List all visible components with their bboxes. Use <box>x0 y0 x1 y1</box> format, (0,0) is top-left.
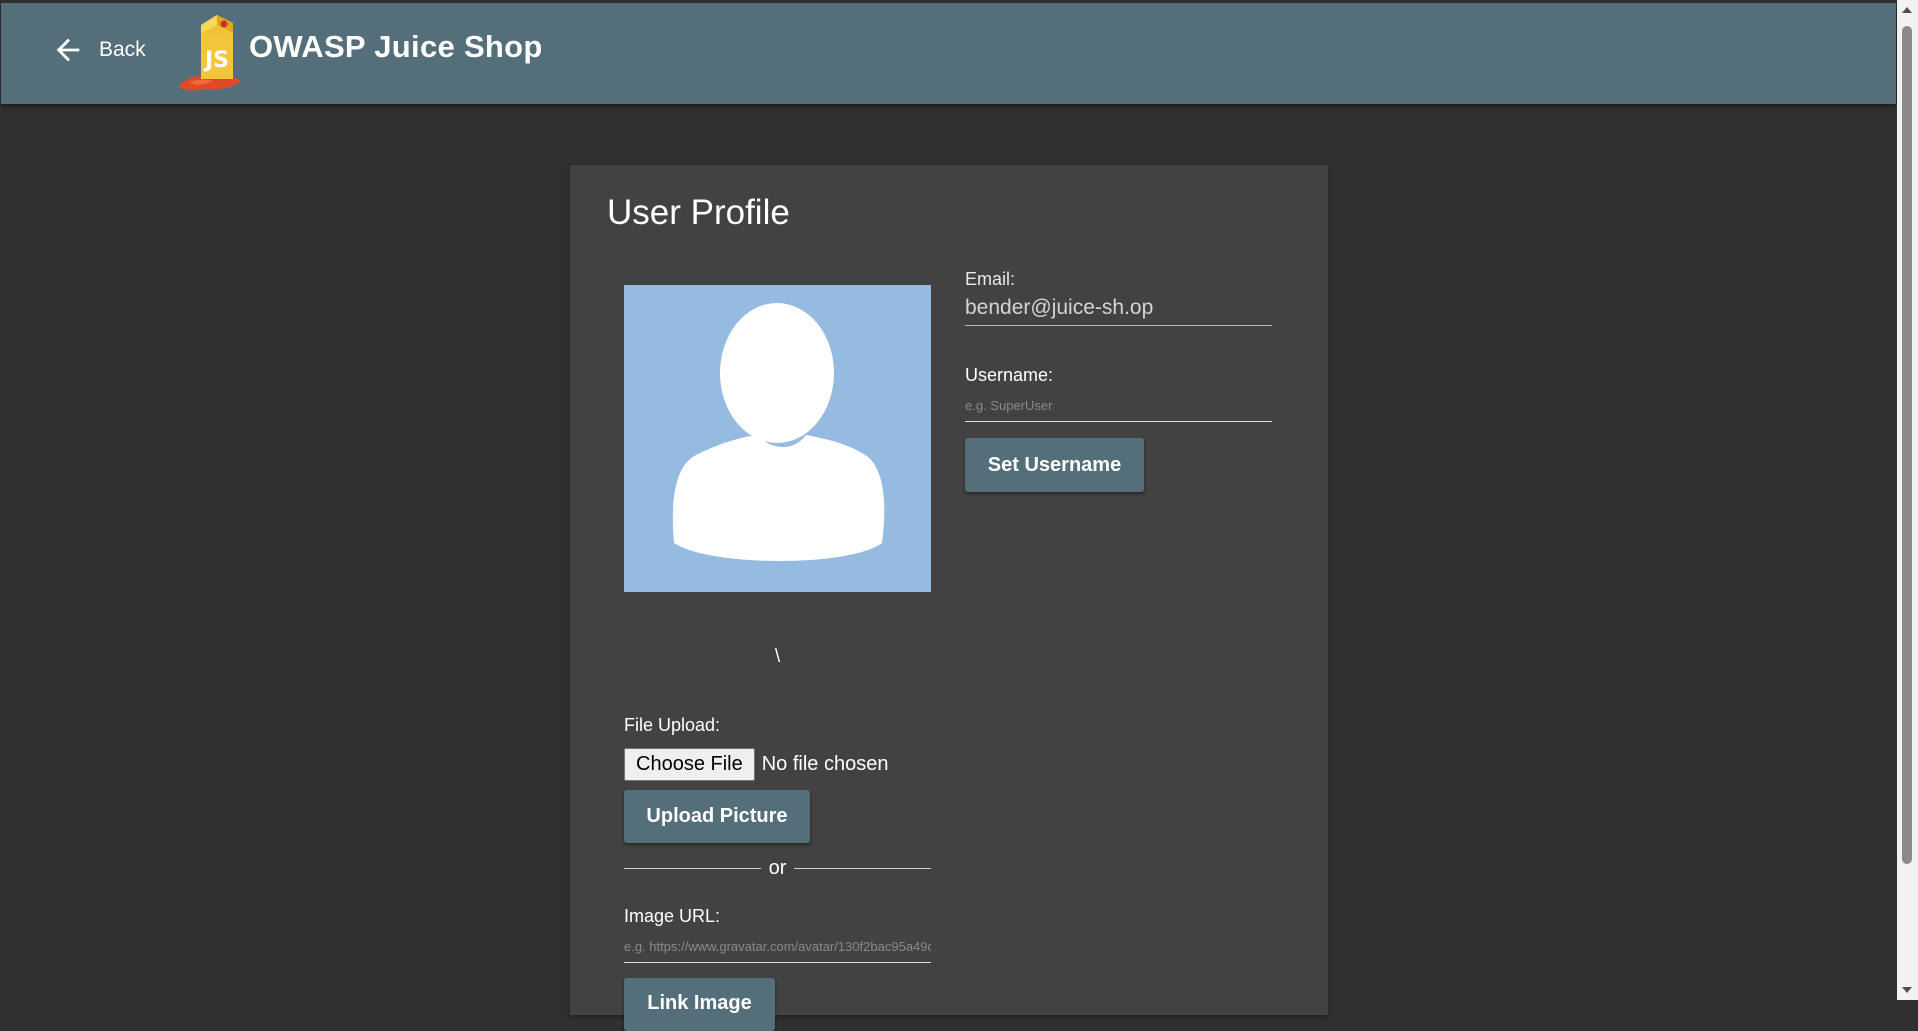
divider-line-left <box>624 867 761 869</box>
email-field: bender@juice-sh.op <box>965 296 1154 319</box>
top-toolbar: Back JS OWASP Juice Shop <box>1 3 1896 104</box>
app-title: OWASP Juice Shop <box>249 29 543 64</box>
file-input[interactable]: Choose File No file chosen <box>624 747 889 781</box>
back-label: Back <box>99 38 146 61</box>
file-upload-label: File Upload: <box>624 715 721 735</box>
scroll-down-arrow-icon[interactable] <box>1902 987 1912 993</box>
arrow-back-icon <box>56 38 80 62</box>
email-underline <box>965 325 1272 326</box>
email-label: Email: <box>965 269 1016 289</box>
profile-avatar <box>624 285 931 592</box>
juice-shop-logo[interactable]: JS <box>175 11 249 91</box>
scrollbar-thumb[interactable] <box>1902 26 1912 864</box>
username-underline <box>965 421 1272 422</box>
image-url-underline <box>624 962 931 963</box>
logo-lettering: JS <box>203 48 229 73</box>
vertical-scrollbar[interactable] <box>1897 0 1918 1000</box>
or-text: or <box>768 856 787 879</box>
user-profile-card: User Profile \ File Upload: Choose File … <box>570 165 1328 1031</box>
username-input[interactable]: e.g. SuperUser <box>965 398 1272 413</box>
choose-file-button[interactable]: Choose File <box>624 747 755 781</box>
file-status-text: No file chosen <box>761 752 889 775</box>
link-image-button[interactable]: Link Image <box>624 978 775 1031</box>
image-url-label: Image URL: <box>624 906 721 926</box>
set-username-button[interactable]: Set Username <box>965 438 1144 492</box>
upload-picture-button[interactable]: Upload Picture <box>624 790 810 843</box>
divider-line-right <box>794 867 932 869</box>
avatar-caption: \ <box>774 646 781 667</box>
default-user-icon <box>624 285 931 592</box>
or-divider: or <box>624 855 932 881</box>
username-label: Username: <box>965 365 1054 385</box>
image-url-input[interactable]: e.g. https://www.gravatar.com/avatar/130… <box>624 939 931 954</box>
scroll-up-arrow-icon[interactable] <box>1902 7 1912 13</box>
page-title: User Profile <box>607 193 790 232</box>
back-button[interactable]: Back <box>39 26 157 74</box>
